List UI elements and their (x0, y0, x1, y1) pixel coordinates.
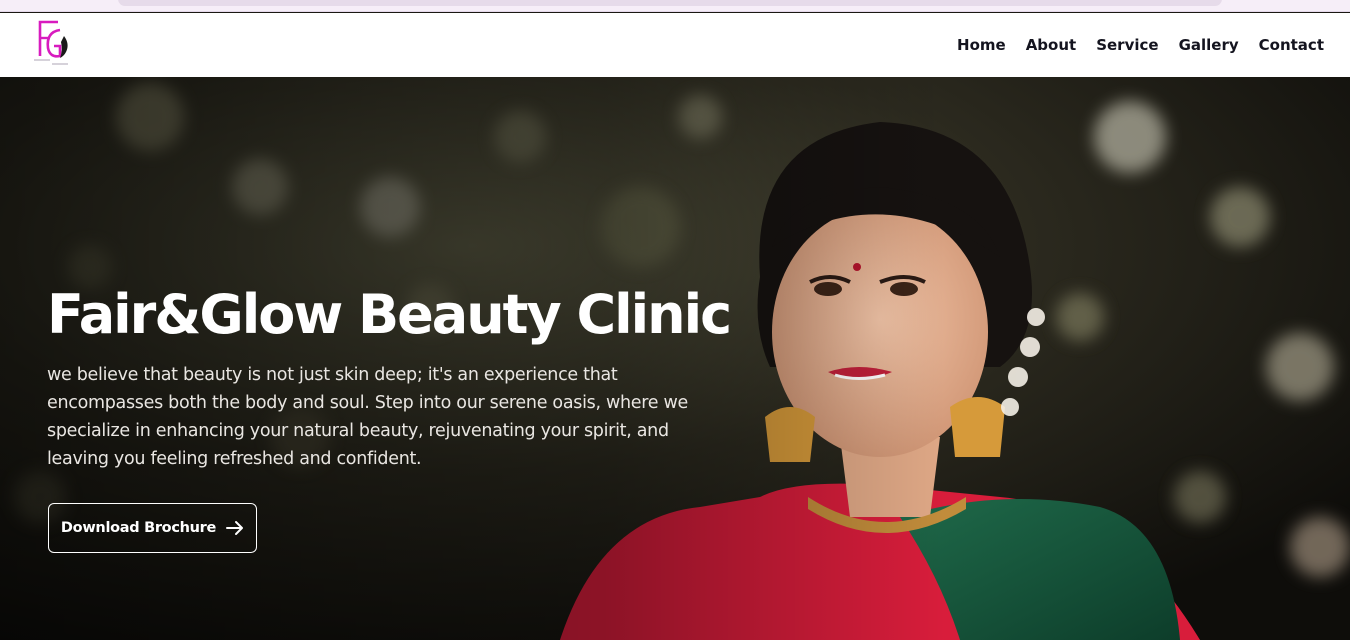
hero-description: we believe that beauty is not just skin … (47, 365, 688, 469)
nav-contact[interactable]: Contact (1259, 36, 1324, 54)
hero-title: Fair&Glow Beauty Clinic (47, 283, 732, 346)
nav-home[interactable]: Home (957, 36, 1006, 54)
download-brochure-label: Download Brochure (60, 520, 217, 536)
hero-section: Fair&Glow Beauty Clinic we believe that … (0, 77, 1350, 640)
download-brochure-button[interactable]: Download Brochure (48, 503, 257, 553)
brand-logo[interactable] (30, 16, 72, 70)
fair-and-glow-logo-icon (34, 20, 68, 65)
address-bar[interactable] (118, 0, 1222, 6)
nav-about[interactable]: About (1026, 36, 1077, 54)
hero-overlay (0, 77, 1350, 640)
nav-gallery[interactable]: Gallery (1179, 36, 1239, 54)
browser-address-strip (0, 0, 1350, 12)
arrow-right-icon (226, 521, 244, 535)
site-header: Home About Service Gallery Contact (0, 13, 1350, 77)
nav-service[interactable]: Service (1096, 36, 1158, 54)
main-nav: Home About Service Gallery Contact (957, 13, 1324, 77)
